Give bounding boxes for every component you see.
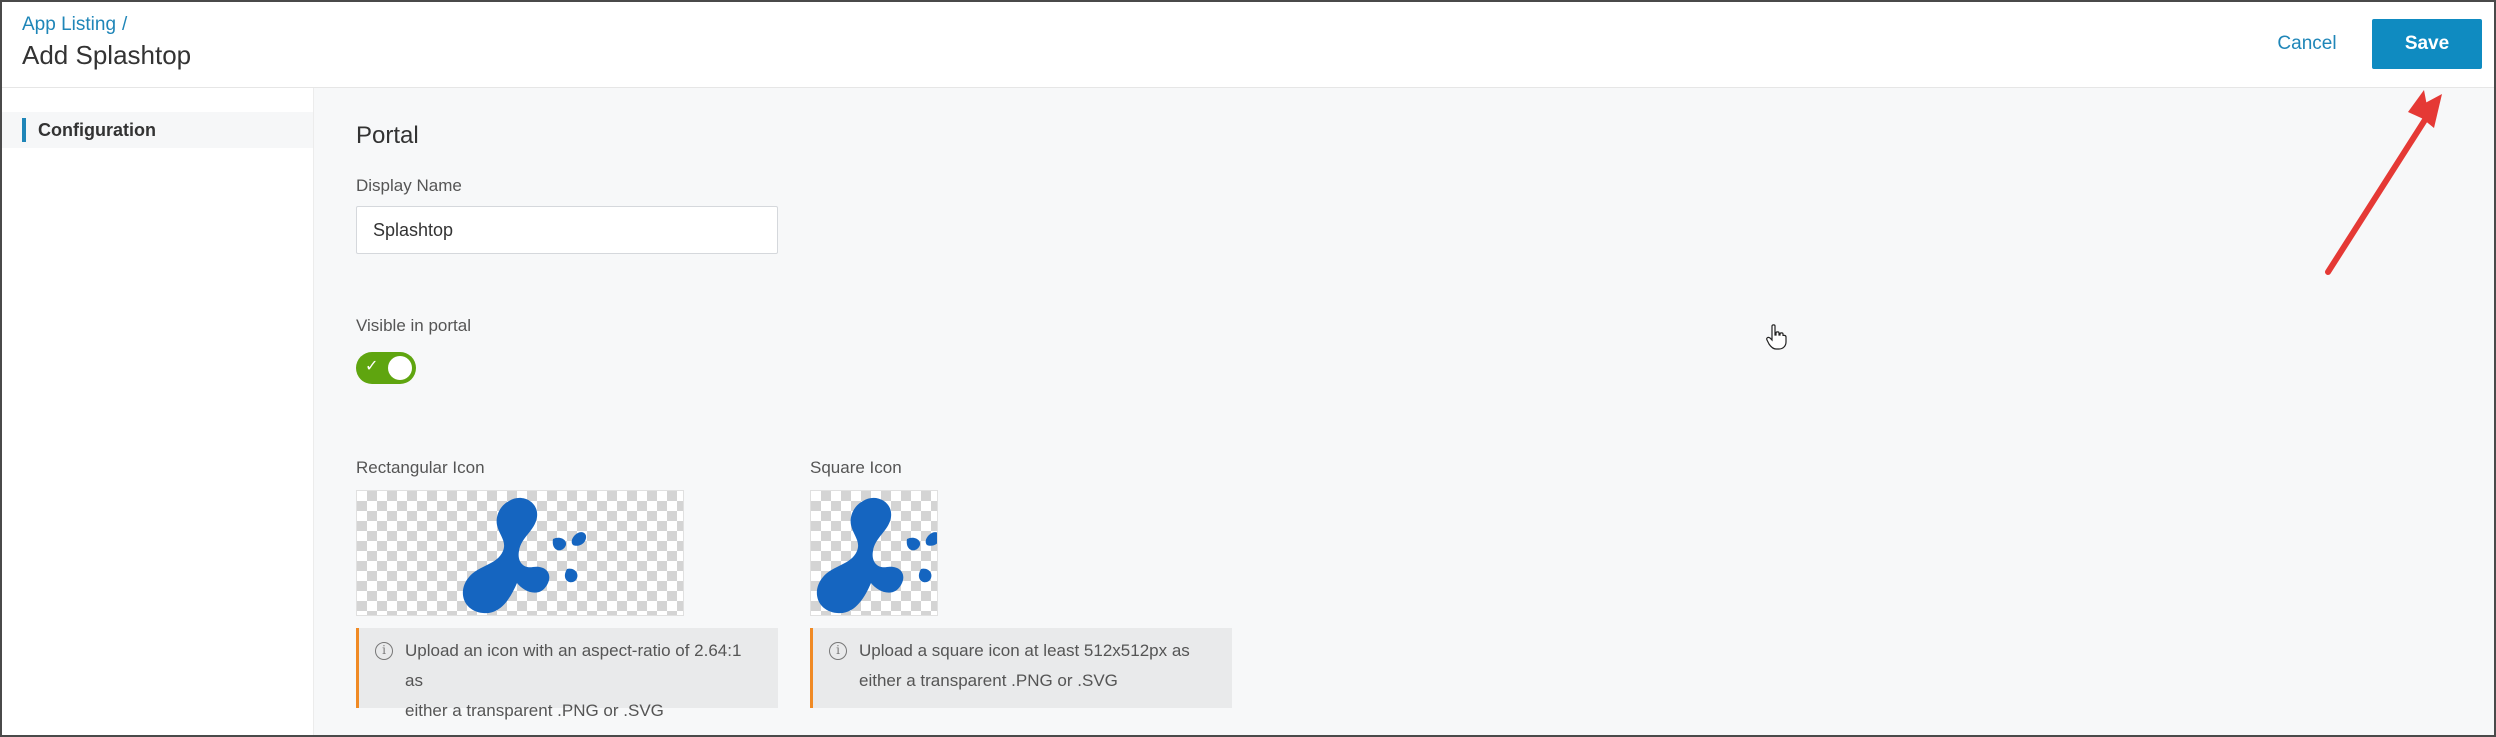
rectangular-icon-info: i Upload an icon with an aspect-ratio of… (356, 628, 778, 720)
check-icon: ✓ (365, 358, 379, 375)
info-icon: i (375, 642, 393, 660)
visible-in-portal-toggle[interactable]: ✓ (356, 352, 416, 384)
cancel-button[interactable]: Cancel (2252, 20, 2362, 68)
save-button[interactable]: Save (2372, 19, 2482, 69)
rect-info-line-1: Upload an icon with an aspect-ratio of 2… (405, 641, 742, 690)
hand-cursor-icon (1766, 324, 1787, 350)
square-icon-label: Square Icon (810, 458, 902, 477)
info-icon: i (829, 642, 847, 660)
rect-info-line-2: either a transparent .PNG or .SVG (405, 701, 664, 720)
app-window: App Listing / Add Splashtop Cancel Save C… (0, 0, 2496, 737)
sidebar: Configuration (2, 88, 314, 735)
red-arrow-annotation (2325, 90, 2442, 275)
breadcrumb-separator: / (122, 14, 128, 35)
page-header: App Listing / Add Splashtop Cancel Save (2, 2, 2494, 88)
breadcrumb-app-listing-link[interactable]: App Listing (22, 14, 116, 35)
sidebar-item-label: Configuration (38, 120, 156, 140)
square-icon-info: i Upload a square icon at least 512x512p… (810, 628, 1232, 708)
splashtop-logo-icon (462, 497, 587, 614)
active-indicator (22, 118, 26, 142)
sidebar-item-configuration[interactable]: Configuration (2, 112, 313, 148)
page-title: Add Splashtop (22, 40, 192, 70)
section-title-portal: Portal (356, 122, 419, 149)
square-info-line-2: either a transparent .PNG or .SVG (859, 671, 1118, 690)
display-name-input[interactable] (356, 206, 778, 254)
visible-in-portal-label: Visible in portal (356, 316, 471, 335)
square-info-line-1: Upload a square icon at least 512x512px … (859, 641, 1190, 660)
rectangular-icon-label: Rectangular Icon (356, 458, 485, 477)
rectangular-icon-upload[interactable] (356, 490, 684, 616)
display-name-label: Display Name (356, 176, 462, 195)
toggle-knob (388, 356, 412, 380)
breadcrumb: App Listing / (22, 14, 127, 36)
square-icon-upload[interactable] (810, 490, 938, 616)
splashtop-logo-icon (816, 497, 937, 614)
main-content: Portal Display Name Visible in portal ✓ … (314, 88, 2494, 735)
